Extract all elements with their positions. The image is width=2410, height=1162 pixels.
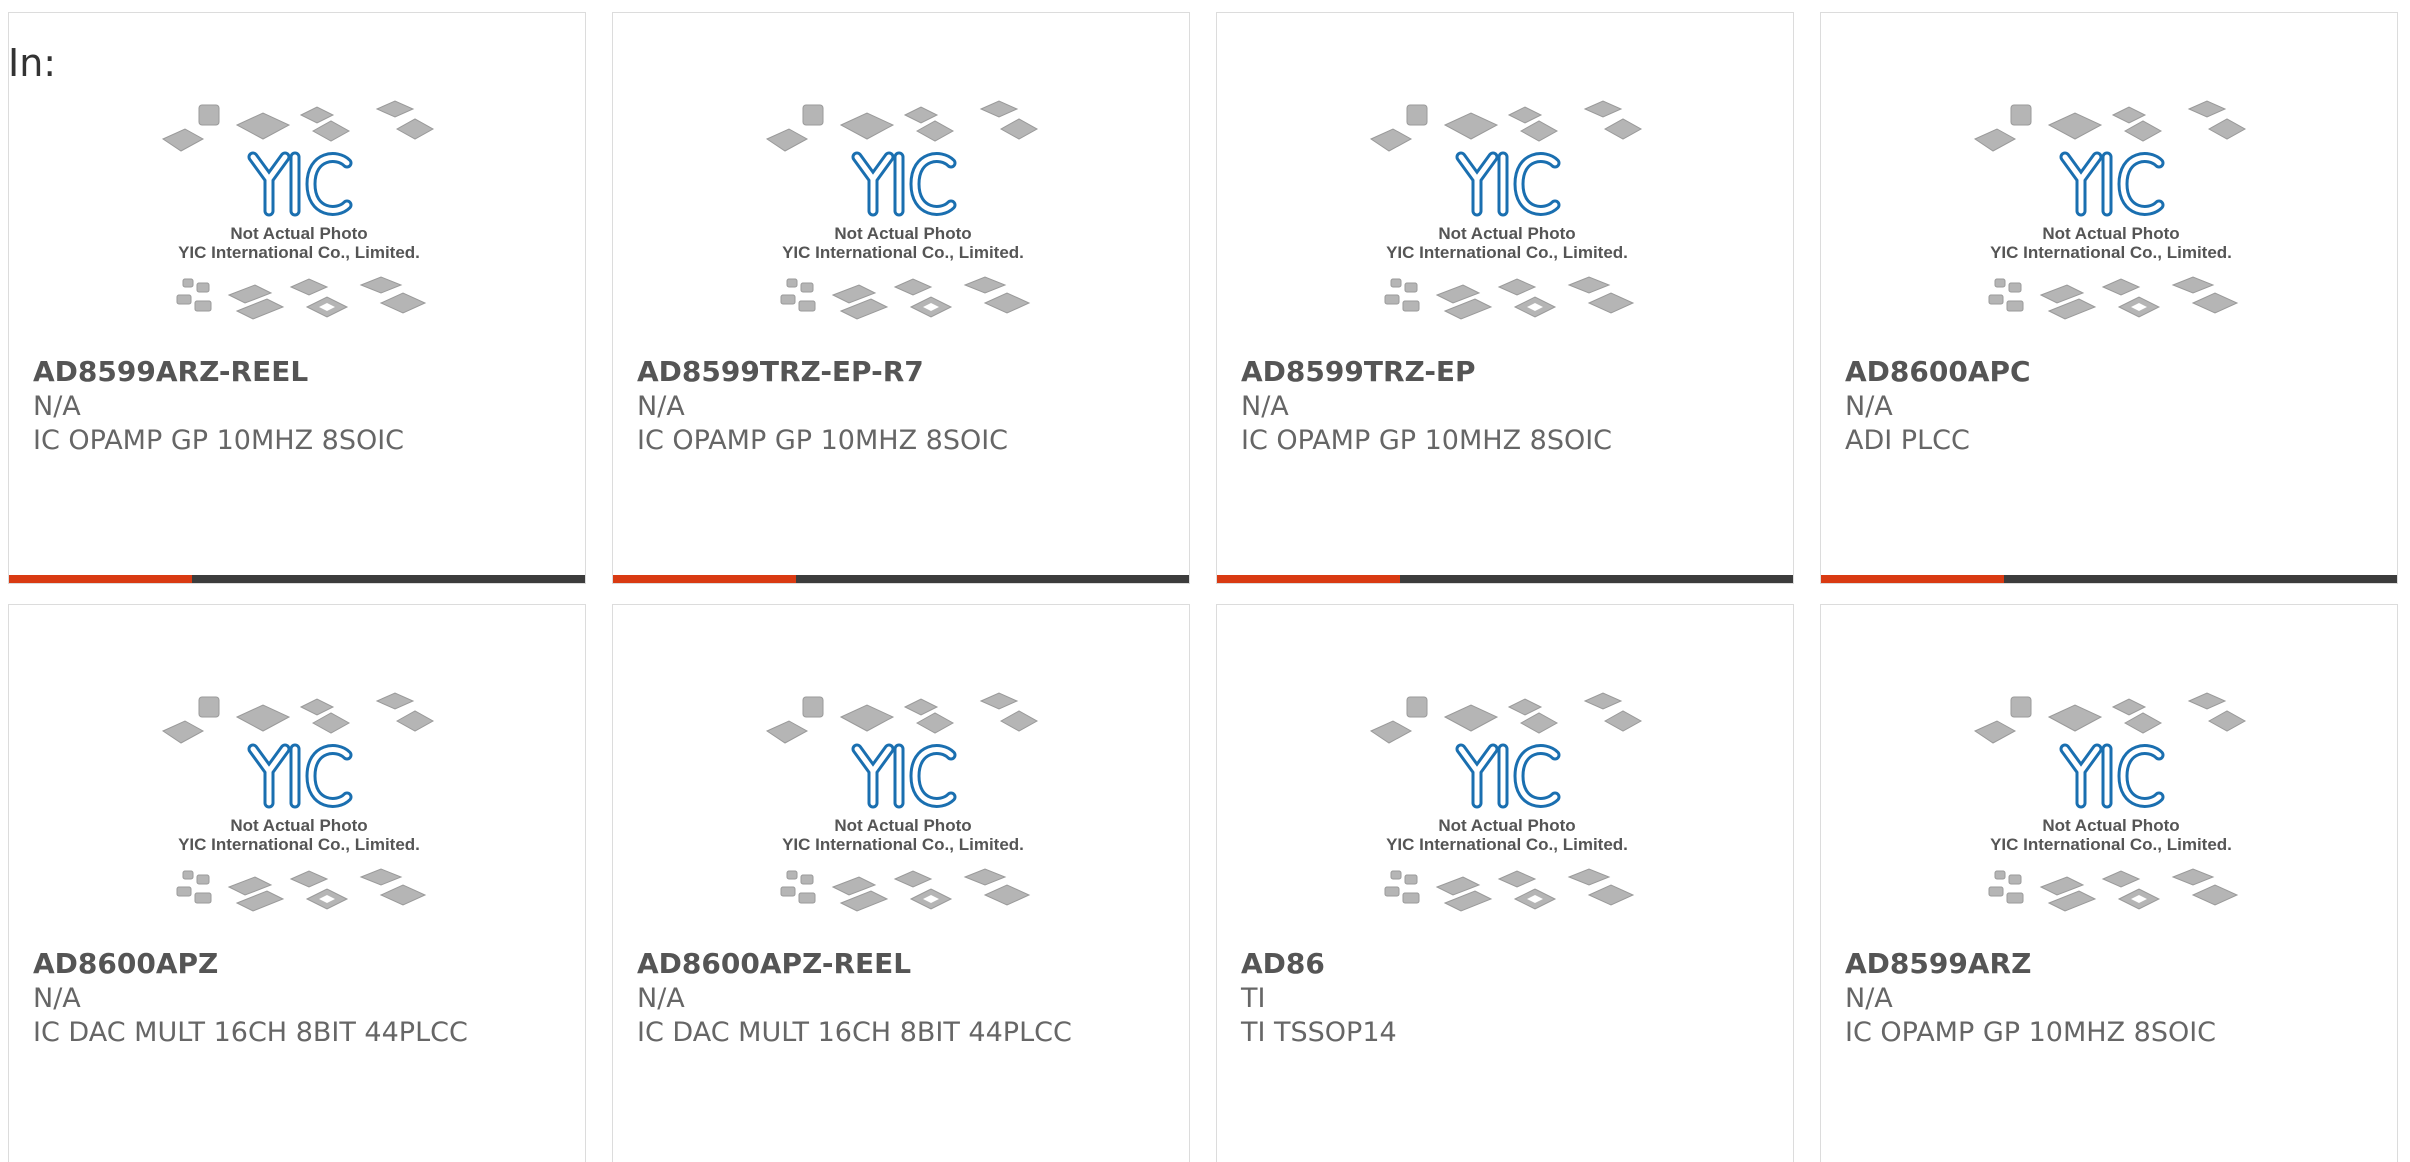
product-card[interactable]: Not Actual Photo YIC International Co., …	[1216, 12, 1794, 584]
company-name-caption: YIC International Co., Limited.	[178, 835, 420, 854]
chip-packages-illustration: Not Actual Photo YIC International Co., …	[1973, 100, 2247, 320]
not-actual-photo-caption: Not Actual Photo	[1438, 224, 1575, 243]
product-card[interactable]: Not Actual Photo YIC International Co., …	[1820, 12, 2398, 584]
chip-packages-illustration: Not Actual Photo YIC International Co., …	[161, 692, 435, 912]
manufacturer-label: TI	[1241, 983, 1266, 1014]
part-description: IC DAC MULT 16CH 8BIT 44PLCC	[637, 1017, 1072, 1048]
part-description: IC DAC MULT 16CH 8BIT 44PLCC	[33, 1017, 468, 1048]
manufacturer-label: N/A	[637, 391, 685, 422]
chip-packages-illustration: Not Actual Photo YIC International Co., …	[161, 100, 435, 320]
chip-packages-illustration: Not Actual Photo YIC International Co., …	[1369, 100, 1643, 320]
not-actual-photo-caption: Not Actual Photo	[230, 816, 367, 835]
product-image-placeholder[interactable]: Not Actual Photo YIC International Co., …	[1971, 99, 2251, 349]
product-card[interactable]: Not Actual Photo YIC International Co., …	[1216, 604, 1794, 1162]
product-card[interactable]: Not Actual Photo YIC International Co., …	[1820, 604, 2398, 1162]
company-name-caption: YIC International Co., Limited.	[178, 243, 420, 262]
manufacturer-label: N/A	[1845, 983, 1893, 1014]
not-actual-photo-caption: Not Actual Photo	[1438, 816, 1575, 835]
product-image-placeholder[interactable]: Not Actual Photo YIC International Co., …	[763, 691, 1043, 941]
product-card[interactable]: Not Actual Photo YIC International Co., …	[612, 604, 1190, 1162]
part-description: IC OPAMP GP 10MHZ 8SOIC	[637, 425, 1009, 456]
accent-segment	[613, 575, 796, 583]
manufacturer-label: N/A	[1845, 391, 1893, 422]
chip-packages-illustration: Not Actual Photo YIC International Co., …	[765, 692, 1039, 912]
not-actual-photo-caption: Not Actual Photo	[834, 224, 971, 243]
manufacturer-label: N/A	[33, 983, 81, 1014]
product-card[interactable]: Not Actual Photo YIC International Co., …	[8, 604, 586, 1162]
not-actual-photo-caption: Not Actual Photo	[2042, 816, 2179, 835]
hover-accent-bar	[9, 575, 585, 583]
company-name-caption: YIC International Co., Limited.	[782, 243, 1024, 262]
manufacturer-label: N/A	[637, 983, 685, 1014]
company-name-caption: YIC International Co., Limited.	[782, 835, 1024, 854]
chip-packages-illustration: Not Actual Photo YIC International Co., …	[1973, 692, 2247, 912]
part-number-link[interactable]: AD8599ARZ	[1845, 947, 2031, 981]
product-image-placeholder[interactable]: Not Actual Photo YIC International Co., …	[159, 691, 439, 941]
product-card[interactable]: Not Actual Photo YIC International Co., …	[612, 12, 1190, 584]
hover-accent-bar	[1821, 575, 2397, 583]
part-description: ADI PLCC	[1845, 425, 1970, 456]
part-description: IC OPAMP GP 10MHZ 8SOIC	[33, 425, 405, 456]
product-card[interactable]: Not Actual Photo YIC International Co., …	[8, 12, 586, 584]
manufacturer-label: N/A	[33, 391, 81, 422]
product-image-placeholder[interactable]: Not Actual Photo YIC International Co., …	[1367, 691, 1647, 941]
accent-segment	[9, 575, 192, 583]
hover-accent-bar	[1217, 575, 1793, 583]
accent-segment	[1217, 575, 1400, 583]
product-image-placeholder[interactable]: Not Actual Photo YIC International Co., …	[159, 99, 439, 349]
part-description: TI TSSOP14	[1241, 1017, 1397, 1048]
part-description: IC OPAMP GP 10MHZ 8SOIC	[1241, 425, 1613, 456]
part-number-link[interactable]: AD8599TRZ-EP-R7	[637, 355, 924, 389]
part-number-link[interactable]: AD8600APC	[1845, 355, 2031, 389]
part-number-link[interactable]: AD8600APZ-REEL	[637, 947, 911, 981]
part-number-link[interactable]: AD86	[1241, 947, 1325, 981]
product-image-placeholder[interactable]: Not Actual Photo YIC International Co., …	[1971, 691, 2251, 941]
part-number-link[interactable]: AD8599ARZ-REEL	[33, 355, 308, 389]
accent-segment	[1821, 575, 2004, 583]
product-listing-page: Not Actual Photo YIC International Co., …	[0, 0, 2410, 1162]
part-number-link[interactable]: AD8600APZ	[33, 947, 218, 981]
not-actual-photo-caption: Not Actual Photo	[230, 224, 367, 243]
not-actual-photo-caption: Not Actual Photo	[2042, 224, 2179, 243]
product-grid: Not Actual Photo YIC International Co., …	[8, 12, 2402, 1162]
product-image-placeholder[interactable]: Not Actual Photo YIC International Co., …	[1367, 99, 1647, 349]
part-number-link[interactable]: AD8599TRZ-EP	[1241, 355, 1476, 389]
manufacturer-label: N/A	[1241, 391, 1289, 422]
chip-packages-illustration: Not Actual Photo YIC International Co., …	[1369, 692, 1643, 912]
part-description: IC OPAMP GP 10MHZ 8SOIC	[1845, 1017, 2217, 1048]
company-name-caption: YIC International Co., Limited.	[1386, 243, 1628, 262]
product-image-placeholder[interactable]: Not Actual Photo YIC International Co., …	[763, 99, 1043, 349]
company-name-caption: YIC International Co., Limited.	[1990, 835, 2232, 854]
company-name-caption: YIC International Co., Limited.	[1386, 835, 1628, 854]
not-actual-photo-caption: Not Actual Photo	[834, 816, 971, 835]
company-name-caption: YIC International Co., Limited.	[1990, 243, 2232, 262]
breadcrumb-label: In:	[8, 41, 57, 85]
hover-accent-bar	[613, 575, 1189, 583]
chip-packages-illustration: Not Actual Photo YIC International Co., …	[765, 100, 1039, 320]
